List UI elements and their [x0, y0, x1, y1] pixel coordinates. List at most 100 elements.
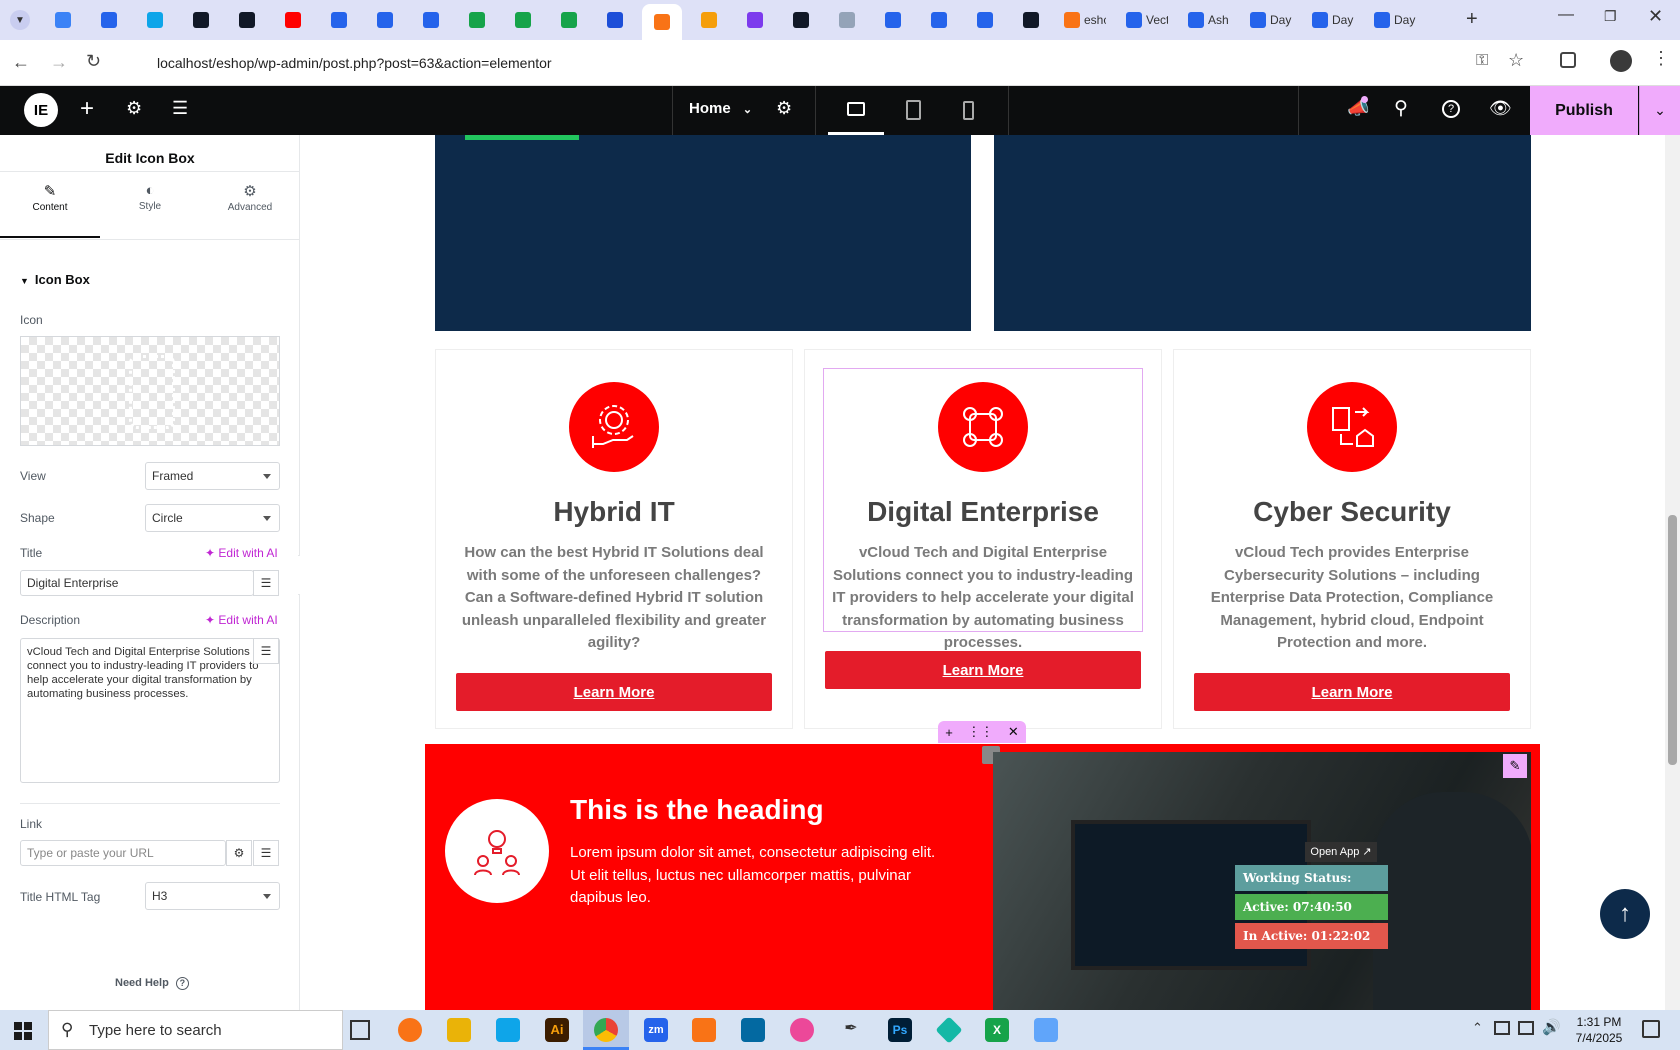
- tab-style[interactable]: ◐ Style: [100, 172, 200, 238]
- browser-tab[interactable]: [366, 8, 404, 32]
- close-window-button[interactable]: ✕: [1648, 6, 1663, 27]
- browser-tab[interactable]: [182, 8, 220, 32]
- icon-box-card[interactable]: Cyber Security vCloud Tech provides Ente…: [1173, 349, 1531, 729]
- url-field[interactable]: localhost/eshop/wp-admin/post.php?post=6…: [125, 48, 1475, 78]
- chrome-active-tab[interactable]: [583, 1010, 629, 1050]
- browser-tab[interactable]: [596, 8, 634, 32]
- title-dynamic-tags-icon[interactable]: ☰: [253, 570, 279, 596]
- publish-options-chevron-icon[interactable]: ⌄: [1639, 86, 1680, 135]
- browser-tab[interactable]: [828, 8, 866, 32]
- section-handle[interactable]: + ⋮⋮ ✕: [938, 721, 1026, 743]
- zoom-icon[interactable]: zm: [644, 1018, 668, 1042]
- password-key-icon[interactable]: ⚿: [1476, 52, 1488, 70]
- browser-tab[interactable]: [966, 8, 1004, 32]
- firefox-icon[interactable]: [398, 1018, 422, 1042]
- vscode-icon[interactable]: [496, 1018, 520, 1042]
- learn-more-button[interactable]: Learn More: [1194, 673, 1510, 711]
- add-section-icon[interactable]: +: [945, 725, 953, 740]
- tab-search-button[interactable]: ▼: [10, 10, 30, 30]
- delete-section-icon[interactable]: ✕: [1008, 724, 1019, 740]
- browser-tab[interactable]: [920, 8, 958, 32]
- browser-tab[interactable]: [228, 8, 266, 32]
- scrollbar-thumb[interactable]: [1668, 515, 1677, 765]
- description-edit-with-ai-button[interactable]: ✦ Edit with AI: [205, 613, 278, 627]
- browser-tab[interactable]: Ash: [1182, 8, 1236, 32]
- preview-eye-icon[interactable]: 👁: [1489, 98, 1512, 119]
- browser-tab[interactable]: Vect: [1120, 8, 1174, 32]
- browser-tab[interactable]: [874, 8, 912, 32]
- publish-button[interactable]: Publish: [1530, 86, 1638, 135]
- learn-more-button[interactable]: Learn More: [456, 673, 772, 711]
- browser-tab[interactable]: [504, 8, 542, 32]
- need-help-link[interactable]: Need Help ?: [115, 977, 189, 990]
- title-input[interactable]: Digital Enterprise: [20, 570, 254, 596]
- site-settings-icon[interactable]: ⚙: [126, 98, 142, 119]
- illustrator-icon[interactable]: Ai: [545, 1018, 569, 1042]
- browser-menu-icon[interactable]: ⋮: [1652, 48, 1670, 69]
- outlook-icon[interactable]: [741, 1018, 765, 1042]
- tray-network-icon[interactable]: [1494, 1021, 1510, 1035]
- browser-tab[interactable]: [320, 8, 358, 32]
- browser-tab[interactable]: [458, 8, 496, 32]
- new-tab-button[interactable]: +: [1466, 8, 1478, 31]
- windows-start-icon[interactable]: [14, 1022, 32, 1040]
- structure-layers-icon[interactable]: ☰: [172, 98, 188, 119]
- minimize-button[interactable]: —: [1558, 6, 1574, 24]
- shape-select[interactable]: Circle: [145, 504, 280, 532]
- restore-button[interactable]: ❐: [1604, 8, 1617, 25]
- canvas-scrollbar[interactable]: [1665, 135, 1680, 1010]
- icon-box-card[interactable]: Hybrid IT How can the best Hybrid IT Sol…: [435, 349, 793, 729]
- notepad-icon[interactable]: [1034, 1018, 1058, 1042]
- browser-tab[interactable]: [274, 8, 312, 32]
- bookmark-star-icon[interactable]: ☆: [1508, 50, 1524, 71]
- icon-box-card[interactable]: Digital Enterprise vCloud Tech and Digit…: [804, 349, 1162, 729]
- tablet-view-icon[interactable]: [906, 100, 921, 120]
- learn-more-button[interactable]: Learn More: [825, 651, 1141, 689]
- help-icon[interactable]: ?: [1442, 100, 1460, 118]
- file-explorer-icon[interactable]: [447, 1018, 471, 1042]
- reload-icon[interactable]: ↻: [86, 51, 101, 72]
- link-options-gear-icon[interactable]: ⚙: [226, 840, 252, 866]
- link-input[interactable]: Type or paste your URL: [20, 840, 226, 866]
- profile-avatar[interactable]: [1610, 50, 1632, 72]
- photoshop-icon[interactable]: Ps: [888, 1018, 912, 1042]
- extensions-icon[interactable]: [1560, 52, 1576, 68]
- clock[interactable]: 1:31 PM 7/4/2025: [1564, 1014, 1634, 1046]
- tray-chevron-up-icon[interactable]: ⌃: [1472, 1020, 1483, 1036]
- tray-monitor-icon[interactable]: [1518, 1021, 1534, 1035]
- scroll-to-top-button[interactable]: ↑: [1600, 889, 1650, 939]
- green-button-partial[interactable]: [465, 135, 579, 140]
- page-settings-icon[interactable]: ⚙: [776, 98, 792, 119]
- xampp-icon[interactable]: [692, 1018, 716, 1042]
- browser-tab[interactable]: [412, 8, 450, 32]
- description-dynamic-tags-icon[interactable]: ☰: [253, 638, 279, 664]
- view-select[interactable]: Framed: [145, 462, 280, 490]
- taskbar-search-box[interactable]: ⚲ Type here to search: [48, 1010, 343, 1050]
- browser-tab[interactable]: [1012, 8, 1050, 32]
- link-dynamic-tags-icon[interactable]: ☰: [253, 840, 279, 866]
- browser-tab[interactable]: [642, 4, 682, 40]
- app-diamond-icon[interactable]: [935, 1016, 963, 1044]
- mobile-view-icon[interactable]: [963, 101, 974, 120]
- open-app-link[interactable]: Open App ↗: [1305, 842, 1377, 862]
- pen-tool-icon[interactable]: ✒: [839, 1018, 863, 1042]
- section-toggle-icon-box[interactable]: ▼ Icon Box: [20, 272, 90, 287]
- add-element-icon[interactable]: +: [80, 95, 94, 123]
- drag-handle-icon[interactable]: ⋮⋮: [967, 724, 993, 740]
- edit-pencil-icon[interactable]: ✎: [1503, 754, 1527, 778]
- browser-tab[interactable]: [90, 8, 128, 32]
- browser-tab[interactable]: eshc: [1058, 8, 1112, 32]
- browser-tab[interactable]: [736, 8, 774, 32]
- browser-tab[interactable]: [782, 8, 820, 32]
- search-icon[interactable]: ⚲: [1394, 97, 1408, 120]
- browser-tab[interactable]: [136, 8, 174, 32]
- excel-icon[interactable]: X: [985, 1018, 1009, 1042]
- tray-volume-icon[interactable]: 🔊: [1542, 1018, 1561, 1036]
- elementor-logo-icon[interactable]: IE: [24, 93, 58, 127]
- creative-cloud-icon[interactable]: [790, 1018, 814, 1042]
- notifications-megaphone-icon[interactable]: 📣: [1347, 96, 1369, 119]
- browser-tab[interactable]: [44, 8, 82, 32]
- browser-tab[interactable]: Day: [1368, 8, 1422, 32]
- notifications-icon[interactable]: [1642, 1020, 1660, 1038]
- title-html-tag-select[interactable]: H3: [145, 882, 280, 910]
